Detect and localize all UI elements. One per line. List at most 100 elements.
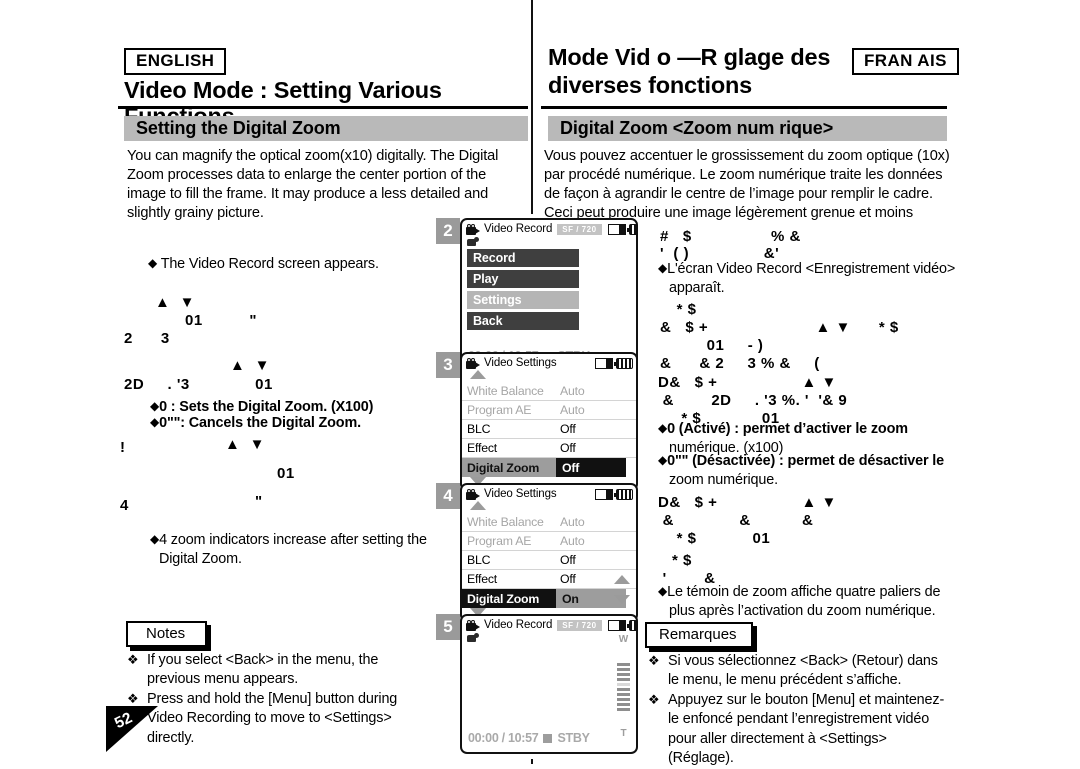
lcd-status-bar: Video Settings xyxy=(462,485,636,501)
camcorder-icon xyxy=(466,357,481,369)
diamond-bullet-icon: ◆ xyxy=(658,261,668,275)
value-up-arrow-icon[interactable] xyxy=(614,575,630,584)
settings-row-blc[interactable]: BLC Off xyxy=(462,420,636,439)
lcd-screen-video-settings-off: Video Settings White Balance Auto Progra… xyxy=(460,352,638,491)
option-english-off: ◆0"": Cancels the Digital Zoom. xyxy=(150,415,361,431)
settings-row-effect[interactable]: Effect Off xyxy=(462,439,636,458)
lcd-mode-icon-row xyxy=(462,632,636,645)
settings-row-effect[interactable]: Effect Off xyxy=(462,570,636,589)
memory-card-icon xyxy=(595,488,613,500)
screen-mockup-step2: 2 Video Record SF / 720 Record Play Sett… xyxy=(436,218,638,368)
page-number-triangle xyxy=(106,706,158,752)
section-heading-english: Setting the Digital Zoom xyxy=(124,116,528,141)
garbled-text-english-1c: 2 3 xyxy=(124,330,170,347)
page-title-french: Mode Vid o —R glage des diverses fonctio… xyxy=(548,44,848,99)
flower-bullet-icon: ❖ xyxy=(127,652,139,667)
menu-item-record[interactable]: Record xyxy=(467,249,579,267)
battery-icon xyxy=(614,357,633,369)
lcd-status-bar: Video Record SF / 720 xyxy=(462,220,636,236)
garbled-text-english-2b: 2D . '3 01 xyxy=(124,376,273,393)
lcd-mode-icon-row xyxy=(462,236,636,249)
memory-card-icon xyxy=(607,223,626,235)
menu-item-back[interactable]: Back xyxy=(467,312,579,330)
settings-row-program-ae[interactable]: Program AE Auto xyxy=(462,401,636,420)
note-item: ❖ If you select <Back> in the menu, the … xyxy=(127,651,427,689)
step-result-french-2: ◆Le témoin de zoom affiche quatre palier… xyxy=(658,584,941,619)
lcd-title: Video Record xyxy=(484,223,553,235)
note-item: ❖ Appuyez sur le bouton [Menu] et mainte… xyxy=(648,691,948,768)
camcorder-icon xyxy=(466,619,481,631)
intro-paragraph-english: You can magnify the optical zoom(x10) di… xyxy=(127,148,499,221)
section-heading-french-label: Digital Zoom <Zoom num rique> xyxy=(560,118,834,138)
notes-box-french: Remarques xyxy=(645,622,753,648)
settings-row-program-ae[interactable]: Program AE Auto xyxy=(462,532,636,551)
settings-row-blc[interactable]: BLC Off xyxy=(462,551,636,570)
settings-row-digital-zoom[interactable]: Digital Zoom Off xyxy=(462,458,636,477)
lcd-title: Video Record xyxy=(484,619,553,631)
flower-bullet-icon: ❖ xyxy=(648,692,660,708)
header-rule-english xyxy=(118,106,528,109)
lcd-menu-list: Record Play Settings Back xyxy=(462,249,636,330)
notes-label-english: Notes xyxy=(146,625,186,642)
garbled-text-french-4c: * $ 01 xyxy=(658,530,771,547)
lcd-screen-video-record-zoom: Video Record SF / 720 W T 00:00 / 10:57 xyxy=(460,614,638,754)
zoom-level-bars xyxy=(617,645,630,729)
memory-card-icon xyxy=(595,357,613,369)
diamond-bullet-icon: ◆ xyxy=(150,532,160,546)
screen-mockup-step5: 5 Video Record SF / 720 W T 00:00 / 10:5… xyxy=(436,614,638,754)
note-item: ❖ Press and hold the [Menu] button durin… xyxy=(127,690,427,747)
stop-icon xyxy=(543,733,553,743)
note-item: ❖ Si vous sélectionnez <Back> (Retour) d… xyxy=(648,652,948,690)
page-title-french-line1: Mode Vid o —R glage des xyxy=(548,44,831,70)
lcd-viewfinder-area xyxy=(462,645,636,711)
step-number-2: 2 xyxy=(436,218,460,244)
step-result-french-1: ◆L'écran Video Record <Enregistrement vi… xyxy=(658,261,956,296)
lcd-screen-video-record-menu: Video Record SF / 720 Record Play Settin… xyxy=(460,218,638,368)
diamond-bullet-icon: ◆ xyxy=(150,415,160,429)
notes-label-french: Remarques xyxy=(659,626,737,643)
zoom-tele-label: T xyxy=(620,728,627,739)
step-result-english-2: ◆4 zoom indicators increase after settin… xyxy=(150,532,427,567)
notes-list-french: ❖ Si vous sélectionnez <Back> (Retour) d… xyxy=(648,652,948,769)
lcd-title: Video Settings xyxy=(484,357,557,369)
status-text: STBY xyxy=(557,731,590,745)
scroll-up-arrow-icon[interactable] xyxy=(470,501,486,510)
diamond-bullet-icon: ◆ xyxy=(148,256,158,270)
page-title-french-line2: diverses fonctions xyxy=(548,71,753,98)
section-heading-french: Digital Zoom <Zoom num rique> xyxy=(548,116,947,141)
screen-mockup-step3: 3 Video Settings White Balance Auto Prog… xyxy=(436,352,638,491)
garbled-text-english-3c: 01 xyxy=(277,465,295,482)
settings-row-white-balance[interactable]: White Balance Auto xyxy=(462,513,636,532)
menu-item-settings[interactable]: Settings xyxy=(467,291,579,309)
camcorder-icon xyxy=(466,488,481,500)
manual-page: ENGLISH Video Mode : Setting Various Fun… xyxy=(0,0,1080,766)
scroll-up-arrow-icon[interactable] xyxy=(470,370,486,379)
header-rule-french xyxy=(541,106,947,109)
garbled-text-english-3a: ! xyxy=(120,439,126,456)
diamond-bullet-icon: ◆ xyxy=(658,584,668,598)
step-number-5: 5 xyxy=(436,614,460,640)
settings-row-white-balance[interactable]: White Balance Auto xyxy=(462,382,636,401)
garbled-text-english-4b: " xyxy=(255,493,263,510)
settings-row-digital-zoom[interactable]: Digital Zoom On xyxy=(462,589,636,608)
garbled-text-english-4a: 4 xyxy=(120,497,129,514)
quality-badge: SF / 720 xyxy=(557,223,602,235)
zoom-wide-label: W xyxy=(618,634,629,645)
value-down-arrow-icon[interactable] xyxy=(614,595,630,604)
lcd-bottom-bar: 00:00 / 10:57 STBY xyxy=(462,731,594,748)
diamond-bullet-icon: ◆ xyxy=(150,399,160,413)
step-number-3: 3 xyxy=(436,352,460,378)
lcd-status-bar: Video Record SF / 720 xyxy=(462,616,636,632)
garbled-text-english-3b: ▲ ▼ xyxy=(225,436,266,453)
notes-list-english: ❖ If you select <Back> in the menu, the … xyxy=(127,651,427,749)
quality-badge: SF / 720 xyxy=(557,619,602,631)
option-french-off: ◆0"" (Désactivée) : permet de désactiver… xyxy=(658,453,944,488)
battery-icon xyxy=(626,223,636,235)
lcd-status-bar: Video Settings xyxy=(462,354,636,370)
battery-icon xyxy=(626,619,636,631)
menu-item-play[interactable]: Play xyxy=(467,270,579,288)
lcd-screen-video-settings-on: Video Settings White Balance Auto Progra… xyxy=(460,483,638,622)
flower-bullet-icon: ❖ xyxy=(648,653,660,668)
diamond-bullet-icon: ◆ xyxy=(658,453,668,467)
camcorder-icon xyxy=(466,223,481,235)
